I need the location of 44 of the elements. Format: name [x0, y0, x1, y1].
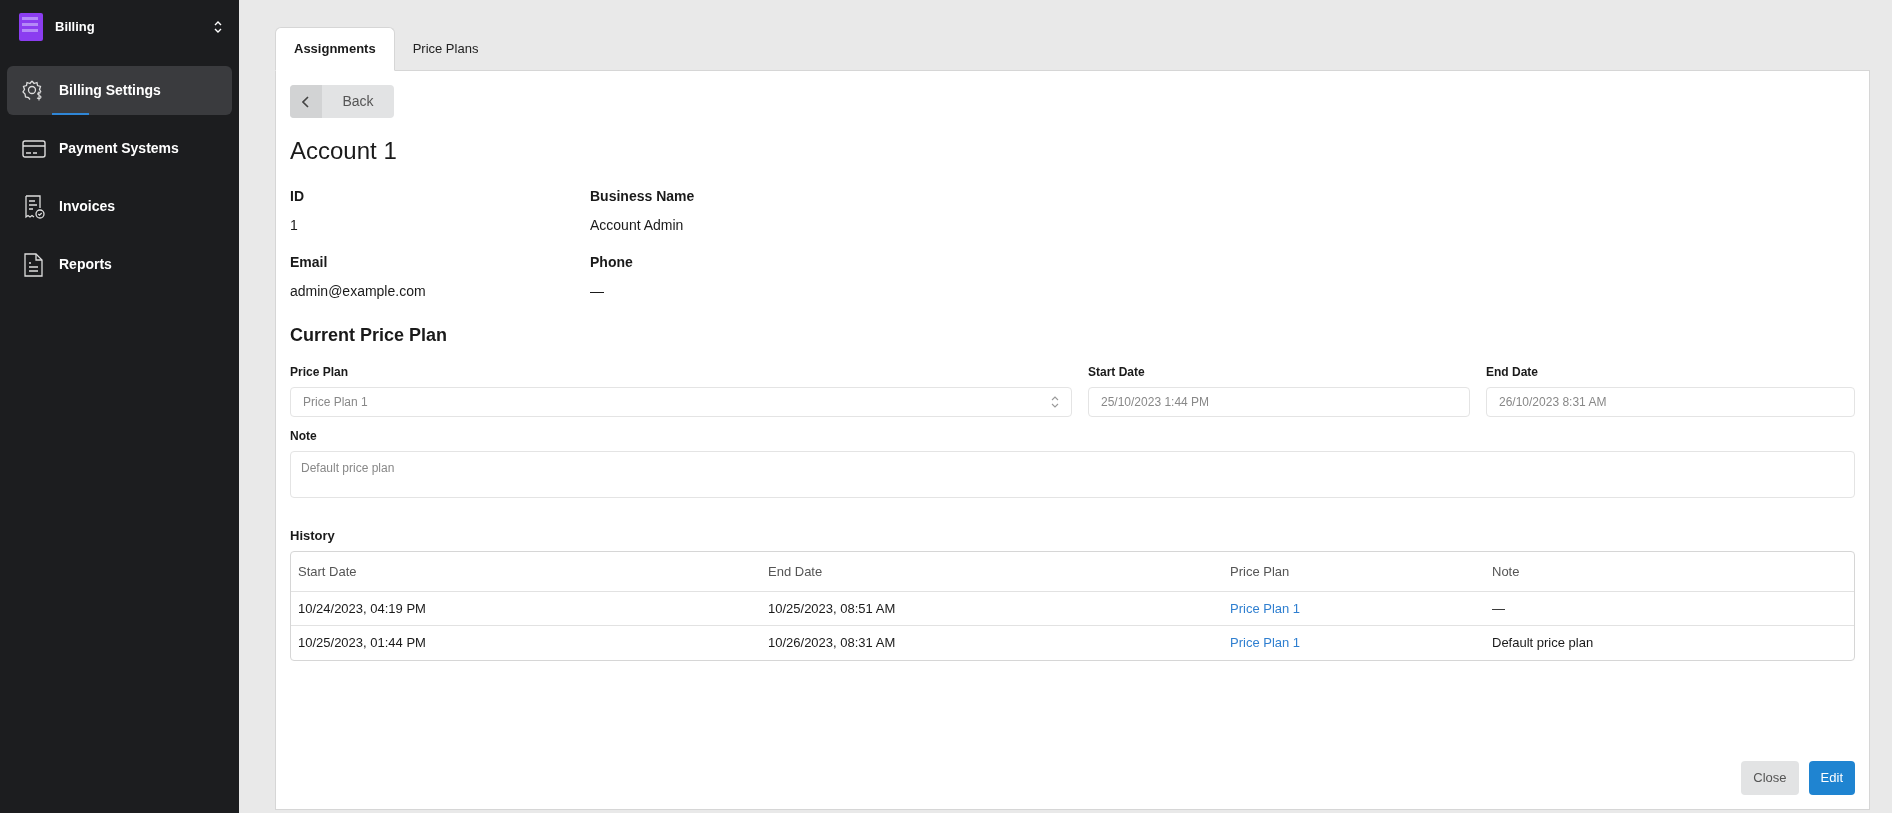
table-cell: — [1485, 591, 1854, 626]
tab[interactable]: Assignments [275, 27, 395, 71]
field-value: 1 [290, 216, 299, 235]
field-label: End Date [1486, 364, 1539, 381]
chevron-left-icon [302, 95, 310, 108]
field-label: Note [290, 428, 318, 445]
field-label: Business Name [590, 187, 696, 206]
field-value: admin@example.com [290, 282, 427, 301]
app-title: Billing [55, 18, 96, 37]
table-cell: 10/26/2023, 08:31 AM [761, 625, 1223, 660]
invoice-check-icon [22, 194, 46, 219]
price-plan-link[interactable]: Price Plan 1 [1230, 635, 1301, 650]
nav-item[interactable]: Payment Systems [7, 124, 232, 173]
table-cell: Default price plan [1485, 625, 1854, 660]
column-header: Start Date [291, 551, 761, 592]
nav-item[interactable]: Invoices [7, 182, 232, 231]
tab[interactable]: Price Plans [394, 27, 497, 71]
table-cell: 10/25/2023, 01:44 PM [291, 625, 761, 660]
table-cell: 10/25/2023, 08:51 AM [761, 591, 1223, 626]
section-heading: Current Price Plan [290, 324, 449, 347]
close-button[interactable]: Close [1741, 761, 1799, 795]
chevron-up-down-icon[interactable] [213, 20, 223, 34]
field-label: Phone [590, 253, 634, 272]
nav-item[interactable]: Reports [7, 240, 232, 289]
logo-icon [18, 12, 44, 42]
price-plan-link[interactable]: Price Plan 1 [1230, 600, 1301, 616]
table-cell: 10/24/2023, 04:19 PM [291, 591, 761, 626]
column-header: End Date [761, 551, 1223, 592]
field-label: Email [290, 253, 329, 272]
field-label: Price Plan [290, 364, 350, 381]
field-value: Account Admin [590, 216, 685, 235]
field-label: ID [290, 187, 305, 206]
nav-item[interactable]: Billing Settings [7, 66, 232, 115]
back-button[interactable]: Back [290, 85, 394, 118]
chevron-up-down-icon [1051, 396, 1059, 408]
column-header: Note [1485, 551, 1854, 592]
edit-button[interactable]: Edit [1808, 761, 1855, 795]
field-label: Start Date [1088, 364, 1146, 381]
field-value: — [590, 282, 605, 301]
document-icon [22, 252, 46, 277]
section-label: History [290, 527, 336, 545]
column-header: Price Plan [1223, 551, 1485, 592]
page-title: Account 1 [290, 136, 398, 166]
active-indicator [52, 113, 89, 115]
